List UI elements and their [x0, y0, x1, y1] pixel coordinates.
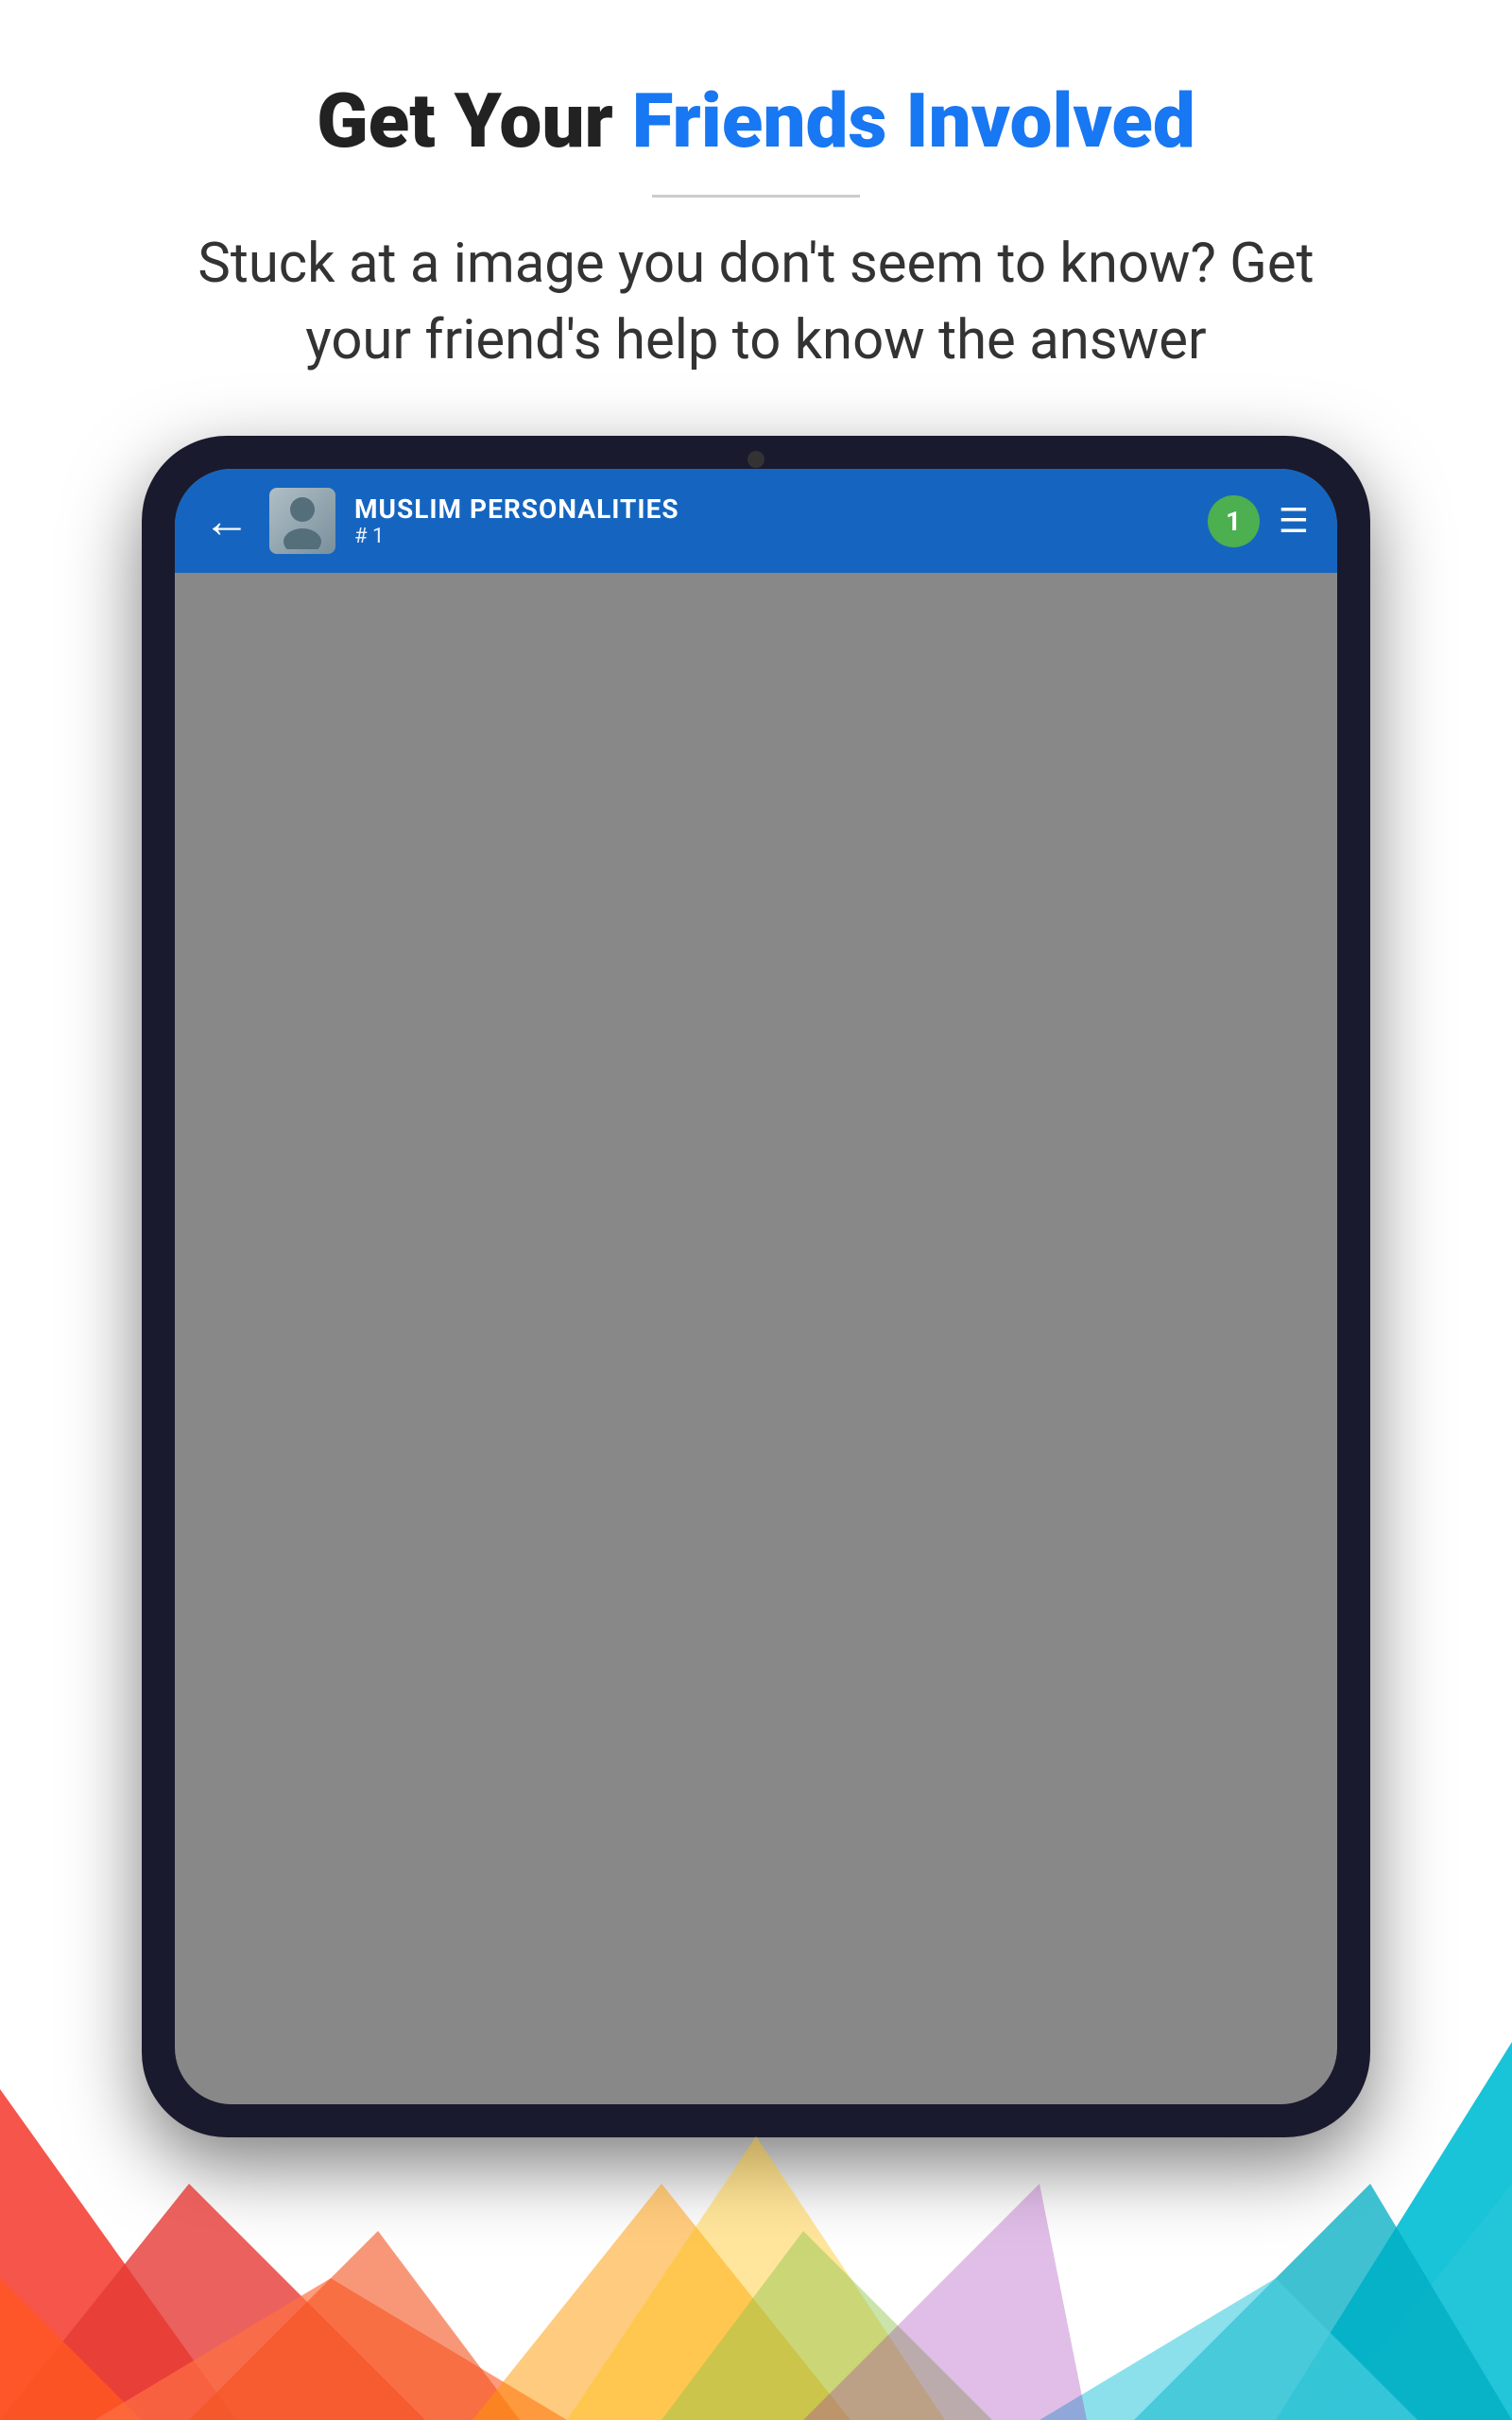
score-badge: 1: [1208, 495, 1260, 547]
header-title-part2: Friends Involved: [632, 77, 1195, 165]
app-bar-title: MUSLIM PERSONALITIES # 1: [354, 493, 1189, 548]
app-bar-avatar: [269, 488, 335, 554]
header-section: Get Your Friends Involved Stuck at a ima…: [189, 0, 1323, 417]
app-bar: ← MUSLIM PERSONALITIES # 1 1: [175, 469, 1337, 573]
tablet-camera: [747, 451, 765, 468]
page-wrapper: Get Your Friends Involved Stuck at a ima…: [0, 0, 1512, 2420]
header-title: Get Your Friends Involved: [189, 76, 1323, 166]
back-button[interactable]: ←: [203, 493, 250, 549]
menu-icon[interactable]: ☰: [1279, 501, 1309, 541]
header-divider: [652, 195, 860, 198]
app-title-sub: # 1: [354, 525, 1189, 548]
avatar-image: [269, 488, 335, 554]
bottom-decoration: [0, 1806, 1512, 2420]
header-subtitle: Stuck at a image you don't seem to know?…: [189, 226, 1323, 379]
header-title-part1: Get Your: [317, 77, 632, 165]
app-title-main: MUSLIM PERSONALITIES: [354, 493, 1189, 525]
app-bar-right: 1 ☰: [1208, 495, 1309, 547]
